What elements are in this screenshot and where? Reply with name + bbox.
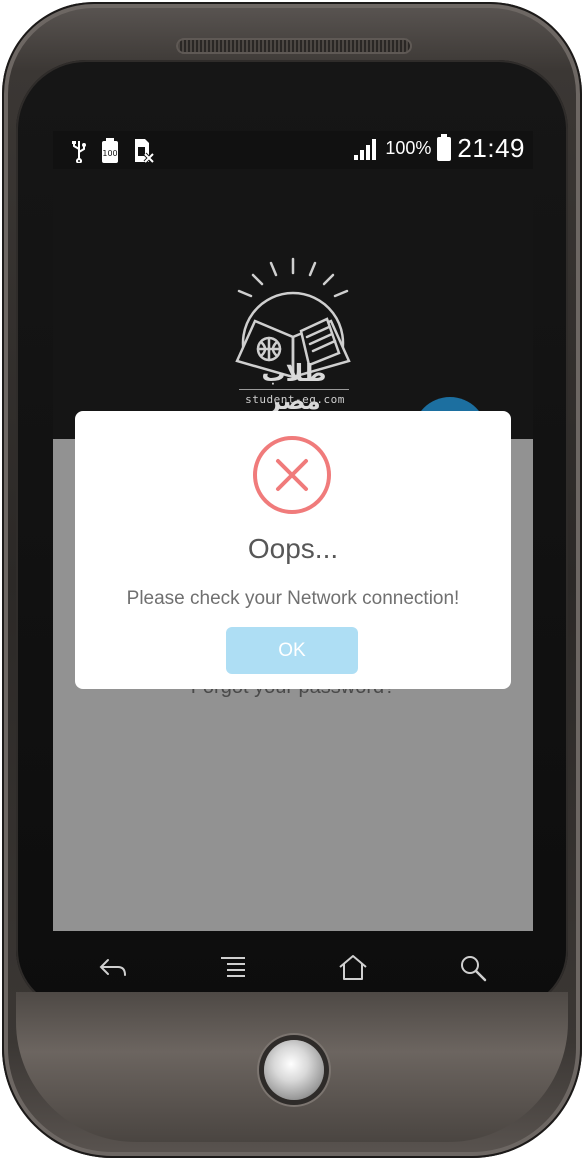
- sim-missing-icon: [135, 139, 155, 164]
- back-button[interactable]: [93, 950, 133, 986]
- usb-icon: [72, 141, 86, 163]
- battery-icon: [437, 133, 452, 161]
- dialog-message: Please check your Network connection!: [126, 588, 460, 609]
- logo-arabic-text: طلاب مصر: [261, 359, 327, 415]
- search-button[interactable]: [453, 950, 493, 986]
- home-button[interactable]: [333, 950, 373, 986]
- earpiece-speaker: [176, 38, 412, 54]
- menu-icon: [221, 957, 245, 977]
- trackball-button[interactable]: [264, 1040, 324, 1100]
- search-icon: [461, 956, 487, 982]
- svg-text:100: 100: [102, 149, 117, 158]
- ok-button[interactable]: OK: [226, 627, 358, 674]
- logo-site-text: student-eg.com: [245, 393, 345, 406]
- menu-button[interactable]: [213, 950, 253, 986]
- status-bar: 100 100% 21:49: [53, 131, 533, 169]
- signal-icon: [354, 138, 377, 160]
- error-x-icon: [253, 436, 331, 514]
- battery-100-icon: 100: [102, 138, 118, 163]
- logo-divider: [239, 389, 349, 390]
- back-icon: [99, 959, 126, 976]
- home-icon: [339, 955, 367, 980]
- clock-time: 21:49: [457, 133, 525, 163]
- error-dialog: Oops... Please check your Network connec…: [75, 411, 511, 689]
- battery-percent: 100%: [385, 138, 432, 158]
- dialog-title: Oops...: [247, 533, 339, 564]
- device-screen: 100 100% 21:49 طلاب مصر student-eg.com O…: [53, 131, 533, 931]
- hardware-nav-bar: [53, 938, 533, 998]
